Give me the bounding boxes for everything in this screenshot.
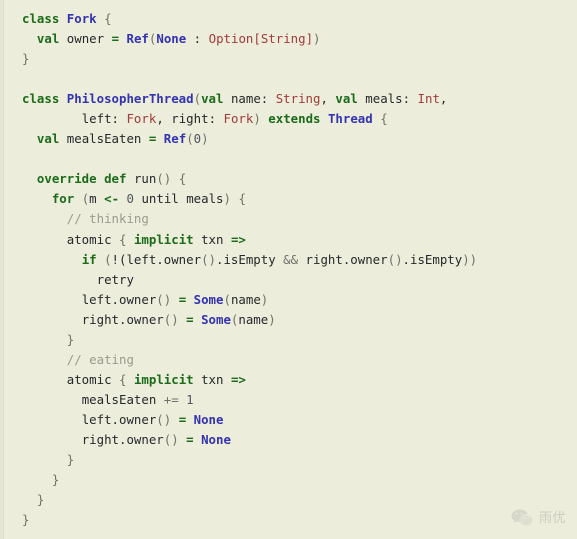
code-line: for (m <- 0 until meals) { [51, 191, 246, 207]
code-line: val mealsEaten = Ref(0) [36, 131, 209, 147]
code-line: atomic { implicit txn => [66, 231, 246, 247]
code-line: } [51, 472, 60, 488]
watermark: 雨优 [511, 509, 566, 528]
code-line: // eating [66, 351, 134, 367]
code-line: right.owner() = Some(name) [81, 311, 276, 327]
code-line: left.owner() = Some(name) [81, 291, 269, 307]
code-line: val owner = Ref(None : Option[String]) [36, 31, 321, 47]
watermark-label: 雨优 [538, 511, 566, 526]
code-line: } [66, 331, 75, 347]
code-line: } [22, 51, 30, 67]
code-line: atomic { implicit txn => [66, 371, 246, 387]
scala-code-block: class Fork { val owner = Ref(None : Opti… [0, 0, 577, 530]
code-line: mealsEaten += 1 [81, 391, 194, 407]
code-line: // thinking [66, 211, 149, 227]
code-line: override def run() { [36, 171, 187, 187]
code-line: retry [96, 271, 134, 287]
code-line: } [22, 512, 30, 528]
code-line: right.owner() = None [81, 431, 231, 447]
code-line: } [66, 452, 75, 468]
code-line: class PhilosopherThread(val name: String… [22, 91, 448, 107]
code-line: if (!(left.owner().isEmpty && right.owne… [81, 251, 478, 267]
wechat-icon [511, 509, 533, 528]
code-line: left: Fork, right: Fork) extends Thread … [81, 111, 388, 127]
code-line: } [36, 492, 45, 508]
code-line: left.owner() = None [81, 411, 224, 427]
code-line: class Fork { [22, 11, 112, 26]
code-screenshot: class Fork { val owner = Ref(None : Opti… [0, 0, 577, 539]
